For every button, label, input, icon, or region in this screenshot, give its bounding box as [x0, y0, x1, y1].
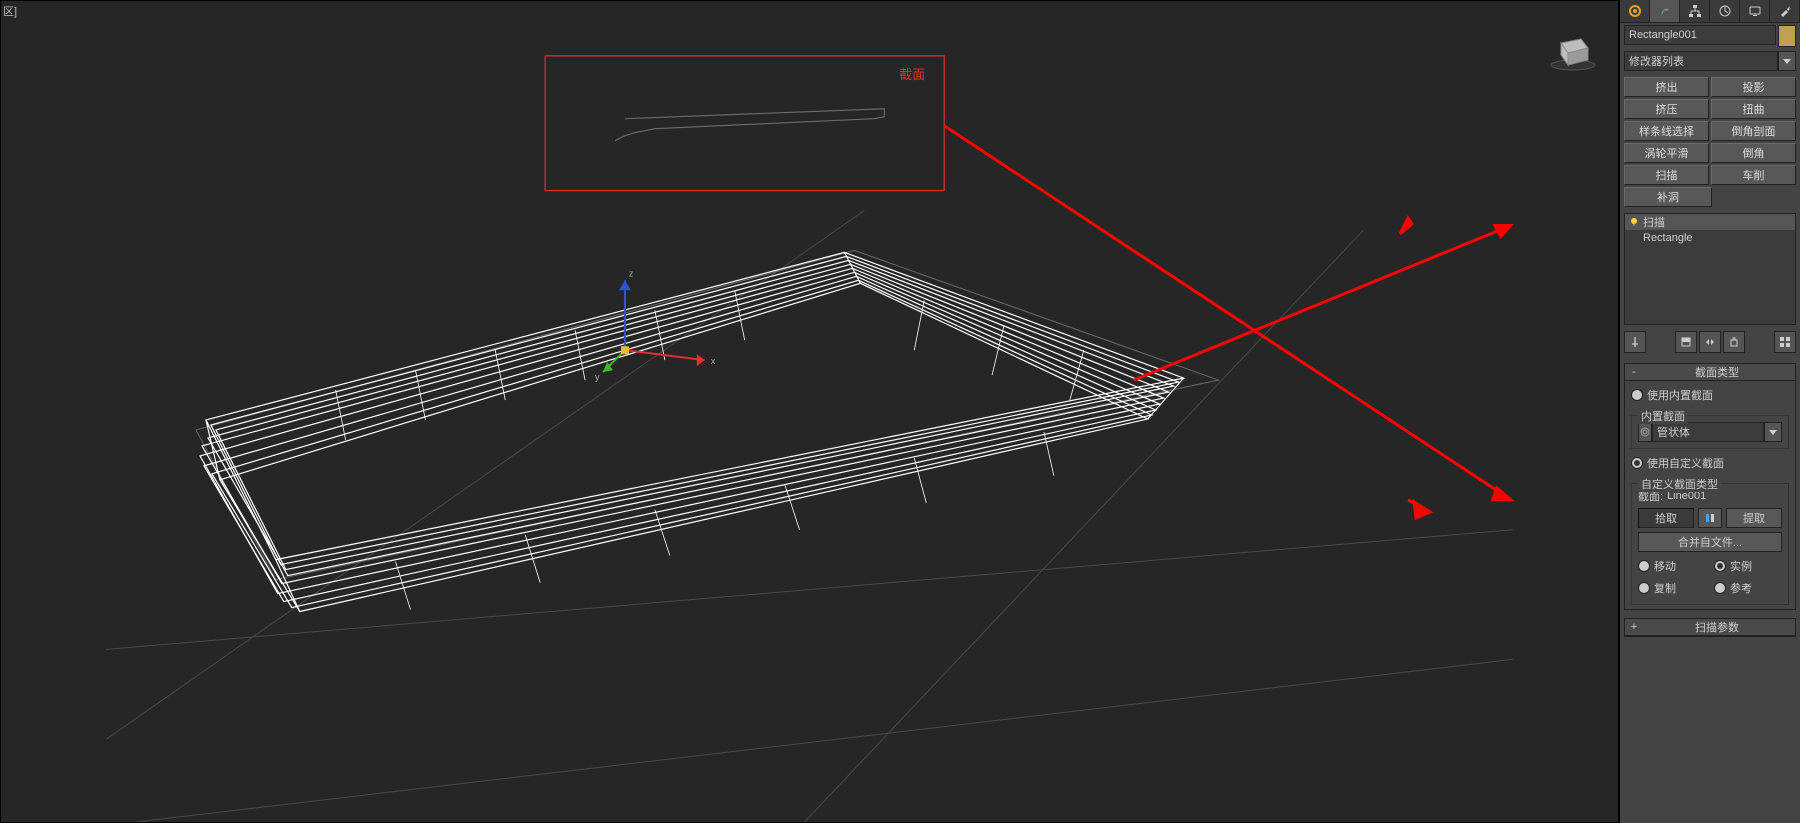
- btn-extract-section[interactable]: 提取: [1726, 508, 1782, 528]
- radio-icon: [1714, 582, 1726, 594]
- btn-section-tool-icon[interactable]: [1698, 508, 1722, 528]
- show-end-result-icon[interactable]: [1675, 331, 1697, 353]
- rollout-sweep-params: + 扫描参数: [1624, 618, 1796, 637]
- tab-hierarchy[interactable]: [1680, 0, 1710, 22]
- radio-icon: [1631, 389, 1643, 401]
- viewcube[interactable]: [1548, 31, 1598, 71]
- rollout-header-section-type[interactable]: - 截面类型: [1625, 364, 1795, 381]
- builtin-section-dropdown[interactable]: 管状体: [1652, 422, 1764, 442]
- radio-instance[interactable]: 实例: [1714, 558, 1782, 574]
- pin-stack-icon[interactable]: [1624, 331, 1646, 353]
- group-title: 自定义截面类型: [1638, 476, 1721, 492]
- bulb-icon[interactable]: [1629, 217, 1639, 227]
- annotation-section-label: 截面: [899, 67, 925, 82]
- stack-item-label: Rectangle: [1643, 232, 1693, 244]
- radio-label: 移动: [1654, 558, 1676, 574]
- btn-spline-select[interactable]: 样条线选择: [1624, 121, 1709, 141]
- tab-motion[interactable]: [1710, 0, 1740, 22]
- object-name-field[interactable]: [1624, 25, 1776, 45]
- modifier-stack[interactable]: 扫描 Rectangle: [1624, 213, 1796, 325]
- radio-label: 实例: [1730, 558, 1752, 574]
- btn-chamfer-section[interactable]: 倒角剖面: [1711, 121, 1796, 141]
- tab-utilities[interactable]: [1770, 0, 1800, 22]
- stack-item-label: 扫描: [1643, 214, 1665, 230]
- btn-extrude[interactable]: 挤出: [1624, 77, 1709, 97]
- svg-text:x: x: [711, 356, 716, 366]
- radio-copy[interactable]: 复制: [1638, 580, 1706, 596]
- rollout-title: 扫描参数: [1643, 619, 1791, 635]
- radio-use-builtin[interactable]: 使用内置截面: [1631, 387, 1789, 403]
- btn-sweep[interactable]: 扫描: [1624, 165, 1709, 185]
- radio-move[interactable]: 移动: [1638, 558, 1706, 574]
- btn-cap-holes[interactable]: 补洞: [1624, 187, 1712, 207]
- rollout-title: 截面类型: [1643, 364, 1791, 380]
- viewport[interactable]: 区]: [0, 0, 1619, 823]
- btn-merge-from-file[interactable]: 合并自文件...: [1638, 532, 1782, 552]
- scene-wireframe: x y z 截面: [1, 1, 1618, 822]
- group-title: 内置截面: [1638, 408, 1688, 424]
- tab-create[interactable]: [1620, 0, 1650, 22]
- svg-text:y: y: [595, 372, 600, 382]
- btn-turbo-smooth[interactable]: 涡轮平滑: [1624, 143, 1709, 163]
- radio-reference[interactable]: 参考: [1714, 580, 1782, 596]
- radio-icon: [1714, 560, 1726, 572]
- command-panel: 修改器列表 挤出 投影 挤压 扭曲 样条线选择 倒角剖面 涡轮平滑 倒角 扫描 …: [1619, 0, 1800, 823]
- stack-toolbar: [1624, 331, 1796, 353]
- expand-icon: +: [1629, 621, 1639, 633]
- stack-item-sweep[interactable]: 扫描: [1625, 214, 1795, 230]
- object-color-swatch[interactable]: [1778, 25, 1796, 47]
- remove-modifier-icon[interactable]: [1723, 331, 1745, 353]
- radio-label: 使用内置截面: [1647, 387, 1713, 403]
- rollout-section-type: - 截面类型 使用内置截面 内置截面 管状体: [1624, 363, 1796, 610]
- radio-label: 参考: [1730, 580, 1752, 596]
- radio-use-custom[interactable]: 使用自定义截面: [1631, 455, 1789, 471]
- stack-item-rectangle[interactable]: Rectangle: [1625, 230, 1795, 246]
- btn-squeeze[interactable]: 挤压: [1624, 99, 1709, 119]
- radio-label: 复制: [1654, 580, 1676, 596]
- btn-chamfer[interactable]: 倒角: [1711, 143, 1796, 163]
- radio-icon: [1638, 560, 1650, 572]
- btn-pick-section[interactable]: 拾取: [1638, 508, 1694, 528]
- group-custom-section: 自定义截面类型 截面: Line001 拾取 提取 合并自文件... 移动: [1631, 483, 1789, 605]
- builtin-section-swatch[interactable]: [1638, 422, 1652, 442]
- svg-text:z: z: [629, 268, 634, 278]
- collapse-icon: -: [1629, 366, 1639, 378]
- tab-modify[interactable]: [1650, 0, 1680, 22]
- dropdown-arrow-icon[interactable]: [1764, 422, 1782, 442]
- configure-modifier-sets-icon[interactable]: [1774, 331, 1796, 353]
- modifier-list-arrow[interactable]: [1778, 51, 1796, 71]
- command-panel-tabs: [1620, 0, 1800, 23]
- radio-icon: [1631, 457, 1643, 469]
- make-unique-icon[interactable]: [1699, 331, 1721, 353]
- radio-icon: [1638, 582, 1650, 594]
- radio-label: 使用自定义截面: [1647, 455, 1724, 471]
- rollout-header-sweep-params[interactable]: + 扫描参数: [1625, 619, 1795, 636]
- btn-lathe[interactable]: 车削: [1711, 165, 1796, 185]
- btn-twist[interactable]: 扭曲: [1711, 99, 1796, 119]
- tab-display[interactable]: [1740, 0, 1770, 22]
- modifier-list-dropdown[interactable]: 修改器列表: [1624, 51, 1778, 71]
- btn-project[interactable]: 投影: [1711, 77, 1796, 97]
- group-builtin-section: 内置截面 管状体: [1631, 415, 1789, 449]
- modifier-buttons-grid: 挤出 投影 挤压 扭曲 样条线选择 倒角剖面 涡轮平滑 倒角 扫描 车削 补洞: [1624, 77, 1796, 207]
